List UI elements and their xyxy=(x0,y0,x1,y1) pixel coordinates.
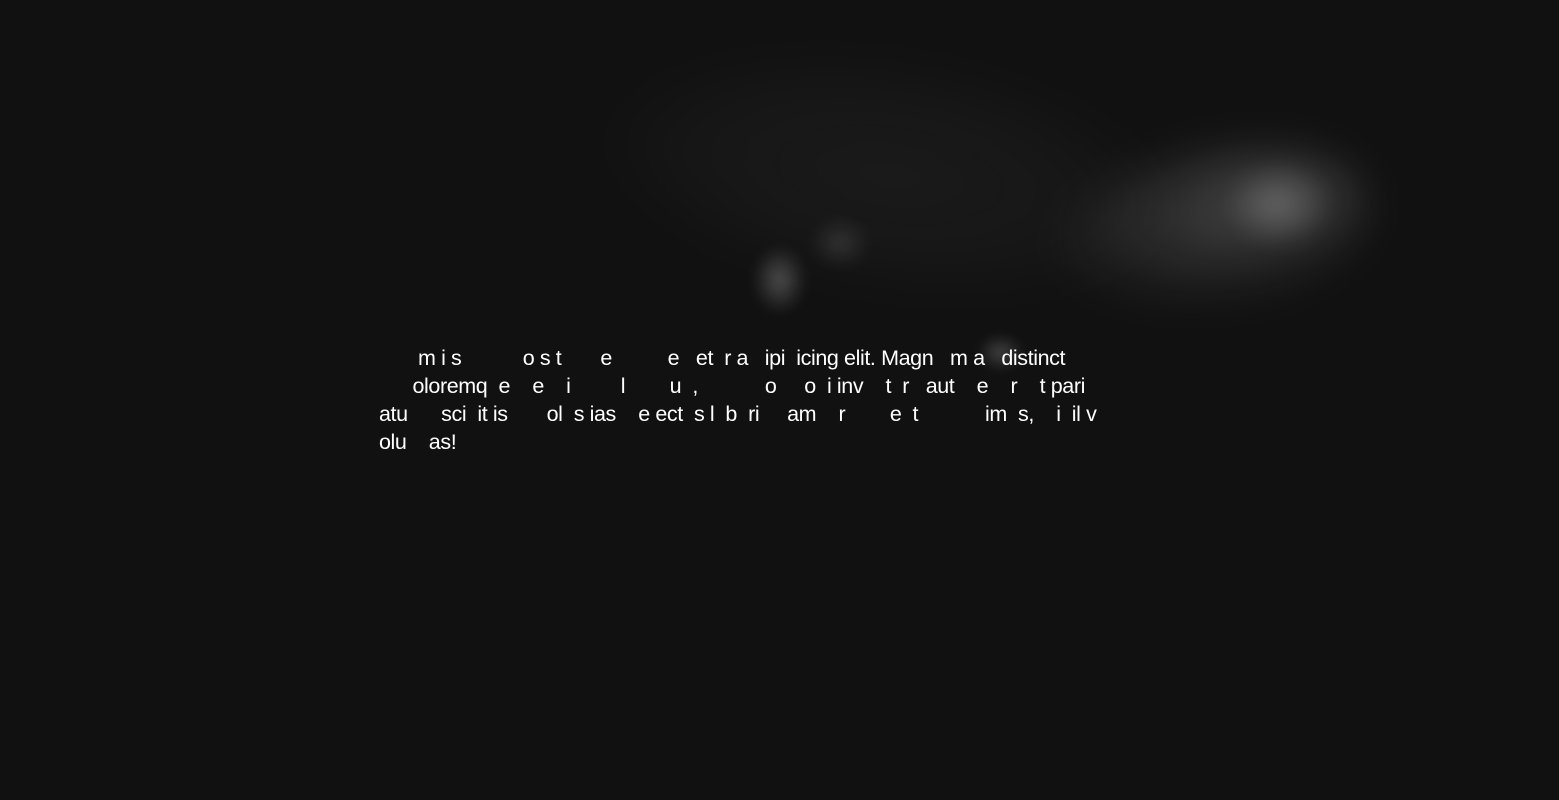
page-background: m i s o s t e e et r a ipi icing elit. M… xyxy=(0,0,1559,800)
reveal-text-paragraph: m i s o s t e e et r a ipi icing elit. M… xyxy=(379,346,1097,454)
background-glow xyxy=(752,245,807,315)
background-glow xyxy=(1225,160,1335,250)
background-glow xyxy=(810,218,870,268)
